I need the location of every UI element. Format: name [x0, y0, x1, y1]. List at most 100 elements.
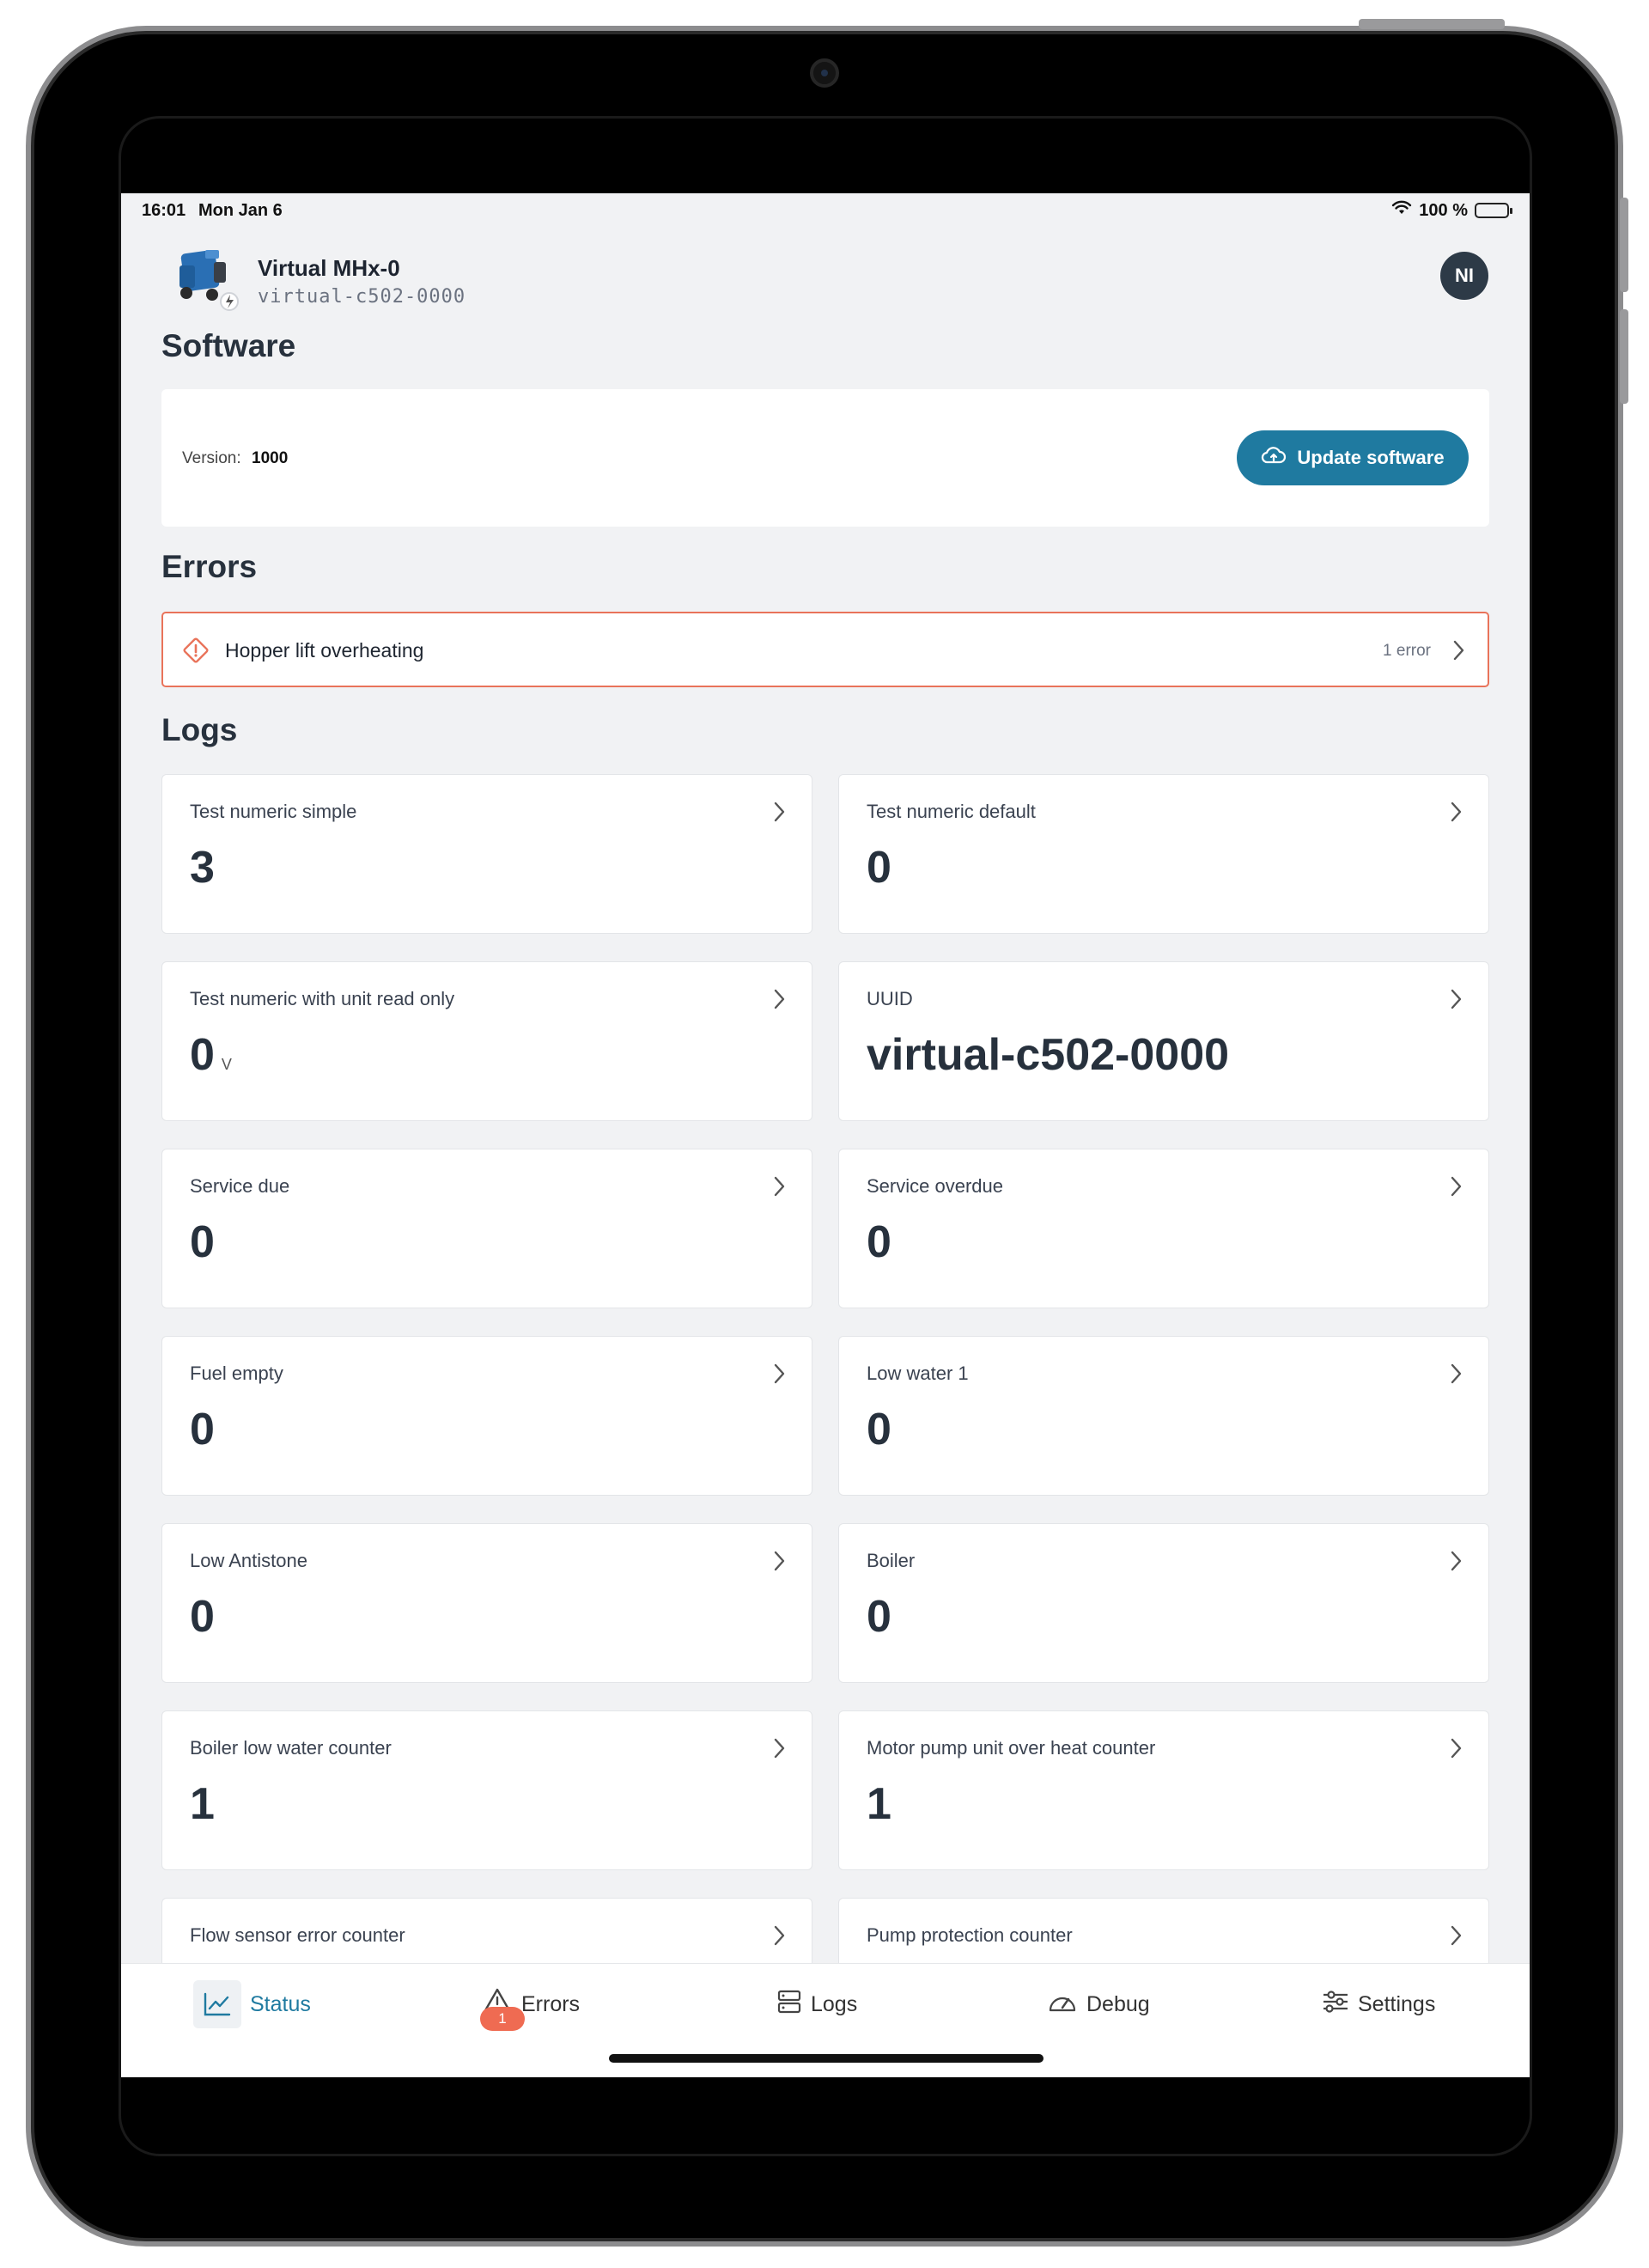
log-card-value-text: 1 — [190, 1779, 215, 1829]
log-card-label: Pump protection counter — [867, 1924, 1073, 1946]
log-card-label: Fuel empty — [190, 1363, 283, 1384]
nav-settings[interactable]: Settings — [1322, 1981, 1435, 2027]
log-card-value-text: 0 — [867, 1405, 891, 1454]
log-card-label: Flow sensor error counter — [190, 1924, 405, 1946]
log-card-value: virtual-c502-0000 — [867, 1033, 1229, 1077]
errors-count-badge: 1 — [480, 2007, 525, 2031]
chevron-right-icon — [772, 801, 786, 827]
update-software-label: Update software — [1297, 447, 1445, 468]
machine-id: virtual-c502-0000 — [258, 286, 466, 308]
log-card-label: Boiler — [867, 1550, 916, 1571]
log-card-value: 0 — [867, 1594, 891, 1639]
log-card[interactable]: Test numeric with unit read only 0 V — [161, 961, 812, 1121]
log-card-label: Test numeric with unit read only — [190, 988, 455, 1009]
log-card[interactable]: Boiler 0 — [838, 1523, 1489, 1683]
chevron-right-icon — [772, 988, 786, 1015]
status-bar: 16:01 Mon Jan 6 100 % — [121, 193, 1530, 228]
log-card-value: 0 — [190, 1407, 215, 1452]
log-card-value-text: 0 — [190, 1405, 215, 1454]
log-card-value: 1 — [190, 1782, 215, 1826]
wifi-icon — [1391, 200, 1412, 221]
chevron-right-icon — [1449, 1363, 1463, 1389]
bottom-navigation: Status Errors 1 Logs Debug Settings — [121, 1963, 1530, 2077]
log-card-label: Service due — [190, 1175, 290, 1197]
gauge-icon — [1047, 1989, 1078, 2021]
front-camera — [810, 58, 839, 88]
chevron-right-icon — [772, 1737, 786, 1764]
software-section-title: Software — [161, 328, 296, 363]
machine-icon — [171, 243, 240, 312]
log-card-label: UUID — [867, 988, 913, 1009]
cloud-upload-icon — [1261, 445, 1287, 471]
status-right: 100 % — [1391, 200, 1512, 221]
log-card[interactable]: Test numeric simple 3 — [161, 774, 812, 934]
log-card-value: 1 — [867, 1782, 891, 1826]
chevron-right-icon — [1449, 1175, 1463, 1202]
error-item[interactable]: Hopper lift overheating 1 error — [161, 612, 1489, 687]
log-card[interactable]: Boiler low water counter 1 — [161, 1710, 812, 1870]
nav-logs-label: Logs — [811, 1991, 858, 2016]
version-value: 1000 — [252, 449, 289, 467]
log-card-value: 0 — [190, 1220, 215, 1265]
sliders-icon — [1322, 1989, 1349, 2021]
log-card[interactable]: Low Antistone 0 — [161, 1523, 812, 1683]
chevron-right-icon — [1449, 1737, 1463, 1764]
log-card-value-text: 0 — [867, 1592, 891, 1642]
chevron-right-icon — [1451, 639, 1465, 666]
log-card-value: 0V — [190, 1033, 232, 1077]
volume-up-button — [1620, 198, 1628, 292]
chevron-right-icon — [772, 1363, 786, 1389]
log-card[interactable]: Low water 1 0 — [838, 1336, 1489, 1496]
nav-debug[interactable]: Debug — [1047, 1981, 1150, 2027]
user-avatar[interactable]: NI — [1440, 252, 1488, 300]
log-card-unit: V — [221, 1056, 232, 1073]
log-card[interactable]: Service overdue 0 — [838, 1149, 1489, 1308]
chevron-right-icon — [1449, 1550, 1463, 1576]
log-card-label: Low Antistone — [190, 1550, 307, 1571]
log-card-value-text: 0 — [190, 1030, 215, 1080]
chevron-right-icon — [772, 1924, 786, 1951]
top-button — [1359, 19, 1505, 29]
log-card[interactable]: Motor pump unit over heat counter 1 — [838, 1710, 1489, 1870]
log-card-value: 0 — [867, 1220, 891, 1265]
app-screen: 16:01 Mon Jan 6 100 % Virtual MHx-0 virt… — [121, 193, 1530, 2077]
machine-header[interactable]: Virtual MHx-0 virtual-c502-0000 NI — [121, 236, 1530, 322]
log-card-label: Motor pump unit over heat counter — [867, 1737, 1156, 1759]
chevron-right-icon — [772, 1550, 786, 1576]
log-card-label: Test numeric simple — [190, 801, 357, 822]
chevron-right-icon — [1449, 801, 1463, 827]
log-card[interactable]: Service due 0 — [161, 1149, 812, 1308]
server-icon — [776, 1989, 802, 2021]
chart-line-icon — [193, 1980, 241, 2028]
software-card: Version: 1000 Update software — [161, 389, 1489, 527]
update-software-button[interactable]: Update software — [1237, 430, 1469, 485]
nav-logs[interactable]: Logs — [776, 1981, 857, 2027]
error-diamond-icon — [182, 637, 210, 668]
nav-debug-label: Debug — [1086, 1991, 1150, 2016]
log-card-label: Test numeric default — [867, 801, 1036, 822]
log-card[interactable]: UUID virtual-c502-0000 — [838, 961, 1489, 1121]
log-card-value: 0 — [867, 845, 891, 890]
home-indicator[interactable] — [609, 2054, 1044, 2063]
log-card-label: Service overdue — [867, 1175, 1003, 1197]
log-card-value-text: 0 — [190, 1592, 215, 1642]
log-card[interactable]: Fuel empty 0 — [161, 1336, 812, 1496]
log-card-value-text: 0 — [190, 1217, 215, 1267]
log-card-value-text: 3 — [190, 843, 215, 893]
status-time: 16:01 — [142, 201, 186, 220]
log-card-value: 3 — [190, 845, 215, 890]
log-card-value-text: virtual-c502-0000 — [867, 1030, 1230, 1080]
nav-status[interactable]: Status — [193, 1980, 311, 2028]
nav-settings-label: Settings — [1358, 1991, 1436, 2016]
status-date: Mon Jan 6 — [198, 201, 283, 220]
logs-section-title: Logs — [161, 712, 238, 747]
machine-name: Virtual MHx-0 — [258, 255, 400, 281]
chevron-right-icon — [1449, 1924, 1463, 1951]
log-card[interactable]: Test numeric default 0 — [838, 774, 1489, 934]
nav-errors-label: Errors — [521, 1991, 581, 2016]
chevron-right-icon — [1449, 988, 1463, 1015]
log-card-label: Boiler low water counter — [190, 1737, 392, 1759]
volume-down-button — [1620, 309, 1628, 404]
log-card-value: 0 — [190, 1594, 215, 1639]
error-text: Hopper lift overheating — [225, 639, 424, 662]
